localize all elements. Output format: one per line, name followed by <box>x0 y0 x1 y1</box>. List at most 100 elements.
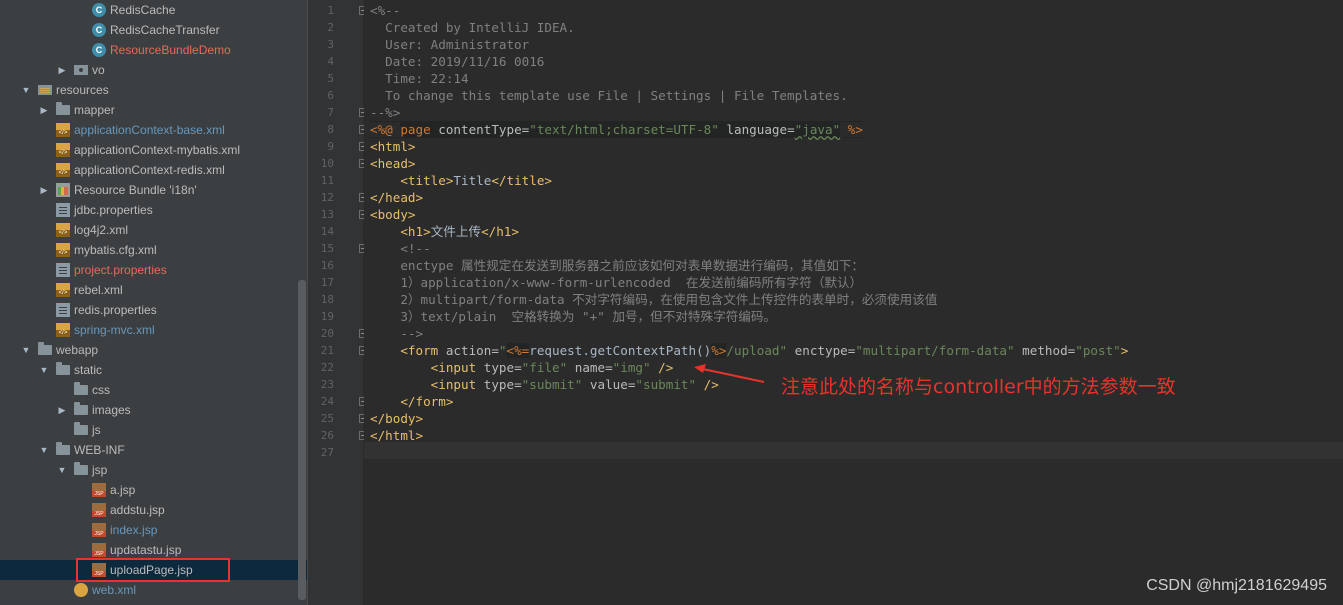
expanded-arrow-icon[interactable]: ▼ <box>20 80 32 100</box>
code-token: User: Administrator <box>370 37 530 52</box>
line-number: 27 <box>320 446 334 459</box>
tree-item[interactable]: applicationContext-base.xml <box>0 120 298 140</box>
tree-item[interactable]: css <box>0 380 298 400</box>
code-line: --> <box>370 325 423 342</box>
tree-item-label: vo <box>92 63 105 77</box>
line-number: 11 <box>320 174 334 187</box>
tree-item[interactable]: ▶ Resource Bundle 'i18n' <box>0 180 298 200</box>
tree-item[interactable]: ResourceBundleDemo <box>0 40 298 60</box>
tree-item[interactable]: RedisCache <box>0 0 298 20</box>
line-number: 15 <box>320 242 334 255</box>
line-number: 22 <box>320 361 334 374</box>
tree-item[interactable]: ▼ WEB-INF <box>0 440 298 460</box>
expanded-arrow-icon[interactable]: ▼ <box>38 440 50 460</box>
code-token: /upload" <box>726 343 788 358</box>
code-line: <input type="file" name="img" /> <box>370 359 674 376</box>
code-line: <title>Title</title> <box>370 172 552 189</box>
line-number: 25 <box>320 412 334 425</box>
tree-item[interactable]: ▼ webapp <box>0 340 298 360</box>
tree-item[interactable]: spring-mvc.xml <box>0 320 298 340</box>
collapsed-arrow-icon[interactable]: ▶ <box>38 100 50 120</box>
tree-item[interactable]: applicationContext-redis.xml <box>0 160 298 180</box>
jsp-file-icon <box>92 483 106 497</box>
tree-item[interactable]: ▼ jsp <box>0 460 298 480</box>
folder-icon <box>74 422 88 435</box>
code-token: " <box>498 343 507 358</box>
code-editor[interactable]: <%-- Created by IntelliJ IDEA. User: Adm… <box>364 0 1343 605</box>
tree-item[interactable]: addstu.jsp <box>0 500 298 520</box>
line-number: 13 <box>320 208 334 221</box>
tree-item[interactable]: a.jsp <box>0 480 298 500</box>
tree-item[interactable]: ▶ vo <box>0 60 298 80</box>
tree-item[interactable]: rebel.xml <box>0 280 298 300</box>
tree-item[interactable]: mybatis.cfg.xml <box>0 240 298 260</box>
code-token: <%-- <box>370 3 401 18</box>
tree-item[interactable]: ▼ static <box>0 360 298 380</box>
resources-folder-icon <box>38 85 52 95</box>
code-token: "multipart/form-data" <box>855 343 1015 358</box>
tree-item[interactable]: updatastu.jsp <box>0 540 298 560</box>
expanded-arrow-icon[interactable]: ▼ <box>20 340 32 360</box>
tree-item[interactable]: js <box>0 420 298 440</box>
class-icon <box>92 43 106 57</box>
collapsed-arrow-icon[interactable]: ▶ <box>56 60 68 80</box>
tree-item[interactable]: jdbc.properties <box>0 200 298 220</box>
tree-item[interactable]: applicationContext-mybatis.xml <box>0 140 298 160</box>
xml-file-icon <box>56 123 70 137</box>
code-token: language= <box>718 122 795 137</box>
code-token: <title> <box>400 173 454 188</box>
code-token: request.getContextPath() <box>529 343 712 358</box>
expanded-arrow-icon[interactable]: ▼ <box>56 460 68 480</box>
expanded-arrow-icon[interactable]: ▼ <box>38 360 50 380</box>
code-token: --%> <box>370 105 401 120</box>
xml-file-icon <box>56 223 70 237</box>
tree-item-label: RedisCacheTransfer <box>110 23 220 37</box>
tree-scrollbar[interactable] <box>298 280 306 600</box>
code-token: "img" <box>612 360 651 375</box>
tree-item-label: jdbc.properties <box>74 203 153 217</box>
collapsed-arrow-icon[interactable]: ▶ <box>38 180 50 200</box>
tree-item-label: jsp <box>92 463 108 477</box>
tree-item[interactable]: RedisCacheTransfer <box>0 20 298 40</box>
tree-item-label: applicationContext-redis.xml <box>74 163 225 177</box>
tree-item-label: ResourceBundleDemo <box>110 43 231 57</box>
line-number: 10 <box>320 157 334 170</box>
package-folder-icon <box>74 65 88 75</box>
caret-line <box>364 442 1343 459</box>
class-icon <box>92 23 106 37</box>
tree-item[interactable]: web.xml <box>0 580 298 600</box>
properties-file-icon <box>56 263 70 277</box>
code-token: name= <box>567 360 613 375</box>
tree-item-label: mapper <box>74 103 115 117</box>
tree-item[interactable]: log4j2.xml <box>0 220 298 240</box>
code-token: <input <box>430 360 484 375</box>
code-token: method= <box>1014 343 1076 358</box>
tree-item[interactable]: ▼ resources <box>0 80 298 100</box>
code-token: Time: 22:14 <box>370 71 469 86</box>
line-number: 8 <box>327 123 334 136</box>
folder-icon <box>56 442 70 455</box>
folder-icon <box>56 362 70 375</box>
tree-item[interactable]: project.properties <box>0 260 298 280</box>
code-token: 2）multipart/form-data 不对字符编码，在使用包含文件上传控件… <box>370 292 938 307</box>
collapsed-arrow-icon[interactable]: ▶ <box>56 400 68 420</box>
xml-file-icon <box>56 163 70 177</box>
code-token: "text/html;charset=UTF-8" <box>529 122 719 137</box>
properties-file-icon <box>56 303 70 317</box>
tree-item-label: images <box>92 403 131 417</box>
tree-item[interactable]: ▶ mapper <box>0 100 298 120</box>
folder-icon <box>38 342 52 355</box>
code-token: <body> <box>370 207 416 222</box>
code-token: action= <box>445 343 499 358</box>
code-token: </html> <box>370 428 424 443</box>
code-token: Created by IntelliJ IDEA. <box>370 20 575 35</box>
tree-item-label: static <box>74 363 103 377</box>
jsp-file-icon <box>92 503 106 517</box>
tree-item[interactable]: redis.properties <box>0 300 298 320</box>
tree-item[interactable]: ▶ images <box>0 400 298 420</box>
tree-item[interactable]: index.jsp <box>0 520 298 540</box>
